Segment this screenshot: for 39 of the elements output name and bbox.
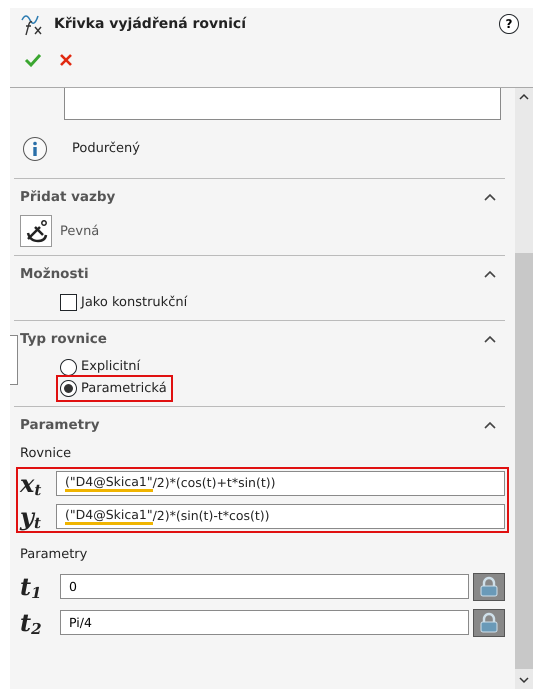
text-area[interactable] xyxy=(64,88,501,120)
scrollbar-thumb[interactable] xyxy=(515,253,533,669)
section-title[interactable]: Přidat vazby xyxy=(20,187,116,208)
status-text: Podurčený xyxy=(72,140,140,158)
parameter-label: t$_{1}$ xyxy=(20,574,43,598)
checkbox-option[interactable]: Jako konstrukční xyxy=(60,292,188,312)
equation-label: y$_{t}$ xyxy=(20,504,42,528)
parameter-field[interactable]: Pi/4 xyxy=(60,610,469,635)
section-title[interactable]: Možnosti xyxy=(20,264,89,284)
lock-icon xyxy=(478,576,500,598)
ok-icon[interactable] xyxy=(24,52,42,68)
equation-label: x$_{t}$ xyxy=(20,472,42,496)
anchor-button[interactable] xyxy=(20,215,52,248)
relation-label: Pevná xyxy=(60,222,100,240)
help-button[interactable]: ? xyxy=(499,14,519,34)
equation-field[interactable]: ("D4@Skica1"/2)*(cos(t)+t*sin(t)) xyxy=(56,471,505,496)
side-tab[interactable] xyxy=(10,335,18,385)
lock-button[interactable] xyxy=(473,608,505,636)
panel-title: Křivka vyjádřená rovnicí xyxy=(54,14,248,34)
radio-button[interactable] xyxy=(60,380,77,397)
lock-button[interactable] xyxy=(473,572,505,600)
field-label: Parametry xyxy=(20,546,88,564)
lock-icon xyxy=(478,612,500,634)
equation-field[interactable]: ("D4@Skica1"/2)*(sin(t)-t*cos(t)) xyxy=(56,504,505,529)
collapse-icon[interactable] xyxy=(483,334,497,344)
collapse-icon[interactable] xyxy=(483,192,497,202)
collapse-icon[interactable] xyxy=(483,420,497,430)
section-title[interactable]: Typ rovnice xyxy=(20,329,107,350)
radio-option[interactable]: Explicitní xyxy=(60,357,142,377)
parameter-field[interactable]: 0 xyxy=(60,574,469,599)
section-title[interactable]: Parametry xyxy=(20,415,100,436)
checkbox[interactable] xyxy=(60,294,77,311)
radio-button[interactable] xyxy=(60,358,77,376)
collapse-icon[interactable] xyxy=(483,269,497,280)
field-label: Rovnice xyxy=(20,444,72,462)
info-icon xyxy=(22,136,48,162)
radio-option[interactable]: Parametrická xyxy=(60,378,169,398)
parameter-label: t$_{2}$ xyxy=(20,610,43,634)
close-icon[interactable] xyxy=(58,52,74,68)
